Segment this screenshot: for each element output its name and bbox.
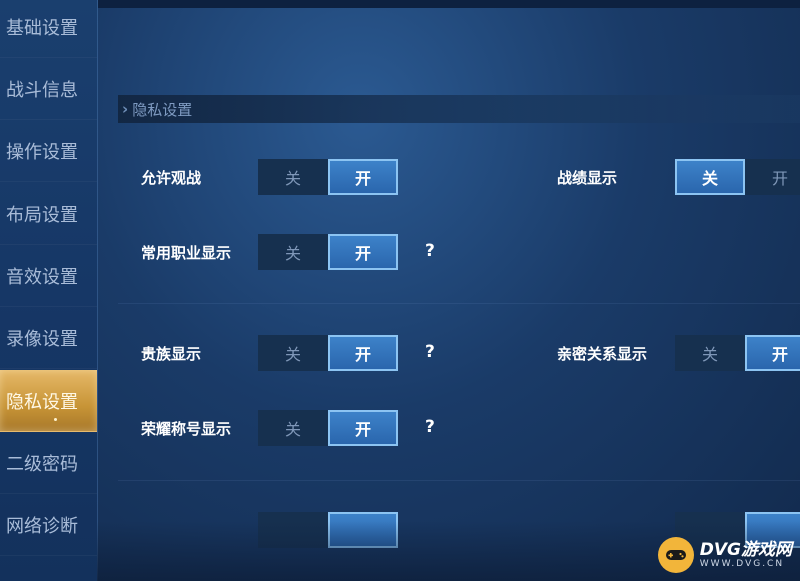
settings-sidebar: 基础设置 战斗信息 操作设置 布局设置 音效设置 录像设置 隐私设置 二级密码 … — [0, 0, 98, 581]
help-icon[interactable]: ? — [425, 417, 435, 437]
section-title: 隐私设置 — [132, 100, 193, 119]
watermark-url: WWW.DVG.CN — [699, 559, 785, 569]
sidebar-item-controls[interactable]: 操作设置 — [0, 120, 97, 182]
section-header: › 隐私设置 — [118, 95, 800, 123]
sidebar-item-privacy[interactable]: 隐私设置 — [0, 370, 97, 432]
help-icon[interactable]: ? — [425, 241, 435, 261]
toggle-on-button[interactable]: 开 — [328, 234, 398, 270]
setting-label-honor-title: 荣耀称号显示 — [141, 420, 232, 438]
toggle-on-button[interactable]: 开 — [328, 410, 398, 446]
setting-label-common-role: 常用职业显示 — [141, 244, 232, 262]
chevron-right-icon: › — [122, 100, 129, 118]
toggle-honor-title: 关 开 — [258, 410, 398, 446]
sidebar-item-label: 操作设置 — [6, 141, 78, 163]
toggle-on-button[interactable]: 开 — [328, 159, 398, 195]
gamepad-icon — [657, 537, 694, 573]
setting-label-record-display: 战绩显示 — [557, 169, 618, 187]
toggle-allow-spectate: 关 开 — [258, 159, 398, 195]
toggle-on-button[interactable]: 开 — [745, 159, 800, 195]
sidebar-item-layout[interactable]: 布局设置 — [0, 183, 97, 245]
sidebar-item-label: 战斗信息 — [6, 79, 78, 101]
sidebar-item-network[interactable]: 网络诊断 — [0, 494, 97, 556]
toggle-off-button[interactable] — [258, 512, 328, 548]
toggle-on-button[interactable]: 开 — [328, 335, 398, 371]
toggle-partial-row — [258, 512, 398, 548]
watermark-brand: DVG游戏网 — [699, 540, 792, 560]
divider — [118, 303, 800, 304]
sidebar-item-replay[interactable]: 录像设置 — [0, 307, 97, 369]
sidebar-item-label: 网络诊断 — [6, 515, 78, 537]
toggle-off-button[interactable]: 关 — [675, 335, 745, 371]
sidebar-item-battle-info[interactable]: 战斗信息 — [0, 58, 97, 120]
sidebar-item-label: 二级密码 — [6, 453, 78, 475]
watermark: DVG游戏网 WWW.DVG.CN — [657, 537, 792, 573]
sidebar-item-label: 音效设置 — [6, 266, 78, 288]
sidebar-item-second-password[interactable]: 二级密码 — [0, 432, 97, 494]
toggle-common-role: 关 开 — [258, 234, 398, 270]
top-bar — [97, 0, 800, 8]
setting-label-intimacy-display: 亲密关系显示 — [557, 345, 648, 363]
toggle-on-button[interactable]: 开 — [745, 335, 800, 371]
sidebar-item-sound[interactable]: 音效设置 — [0, 245, 97, 307]
toggle-on-button[interactable] — [328, 512, 398, 548]
toggle-off-button[interactable]: 关 — [258, 159, 328, 195]
sidebar-item-label: 录像设置 — [6, 328, 78, 350]
sidebar-item-basic[interactable]: 基础设置 — [0, 0, 97, 58]
toggle-off-button[interactable]: 关 — [258, 410, 328, 446]
sidebar-item-label: 隐私设置 — [6, 391, 78, 413]
toggle-intimacy-display: 关 开 — [675, 335, 800, 371]
setting-label-allow-spectate: 允许观战 — [141, 169, 202, 187]
help-icon[interactable]: ? — [425, 342, 435, 362]
sidebar-item-label: 基础设置 — [6, 17, 78, 39]
divider — [118, 480, 800, 481]
toggle-record-display: 关 开 — [675, 159, 800, 195]
toggle-noble-display: 关 开 — [258, 335, 398, 371]
toggle-off-button[interactable]: 关 — [258, 234, 328, 270]
sidebar-item-label: 布局设置 — [6, 204, 78, 226]
toggle-off-button[interactable]: 关 — [675, 159, 745, 195]
sparkle-decoration — [54, 418, 57, 421]
setting-label-noble-display: 贵族显示 — [141, 345, 202, 363]
toggle-off-button[interactable]: 关 — [258, 335, 328, 371]
